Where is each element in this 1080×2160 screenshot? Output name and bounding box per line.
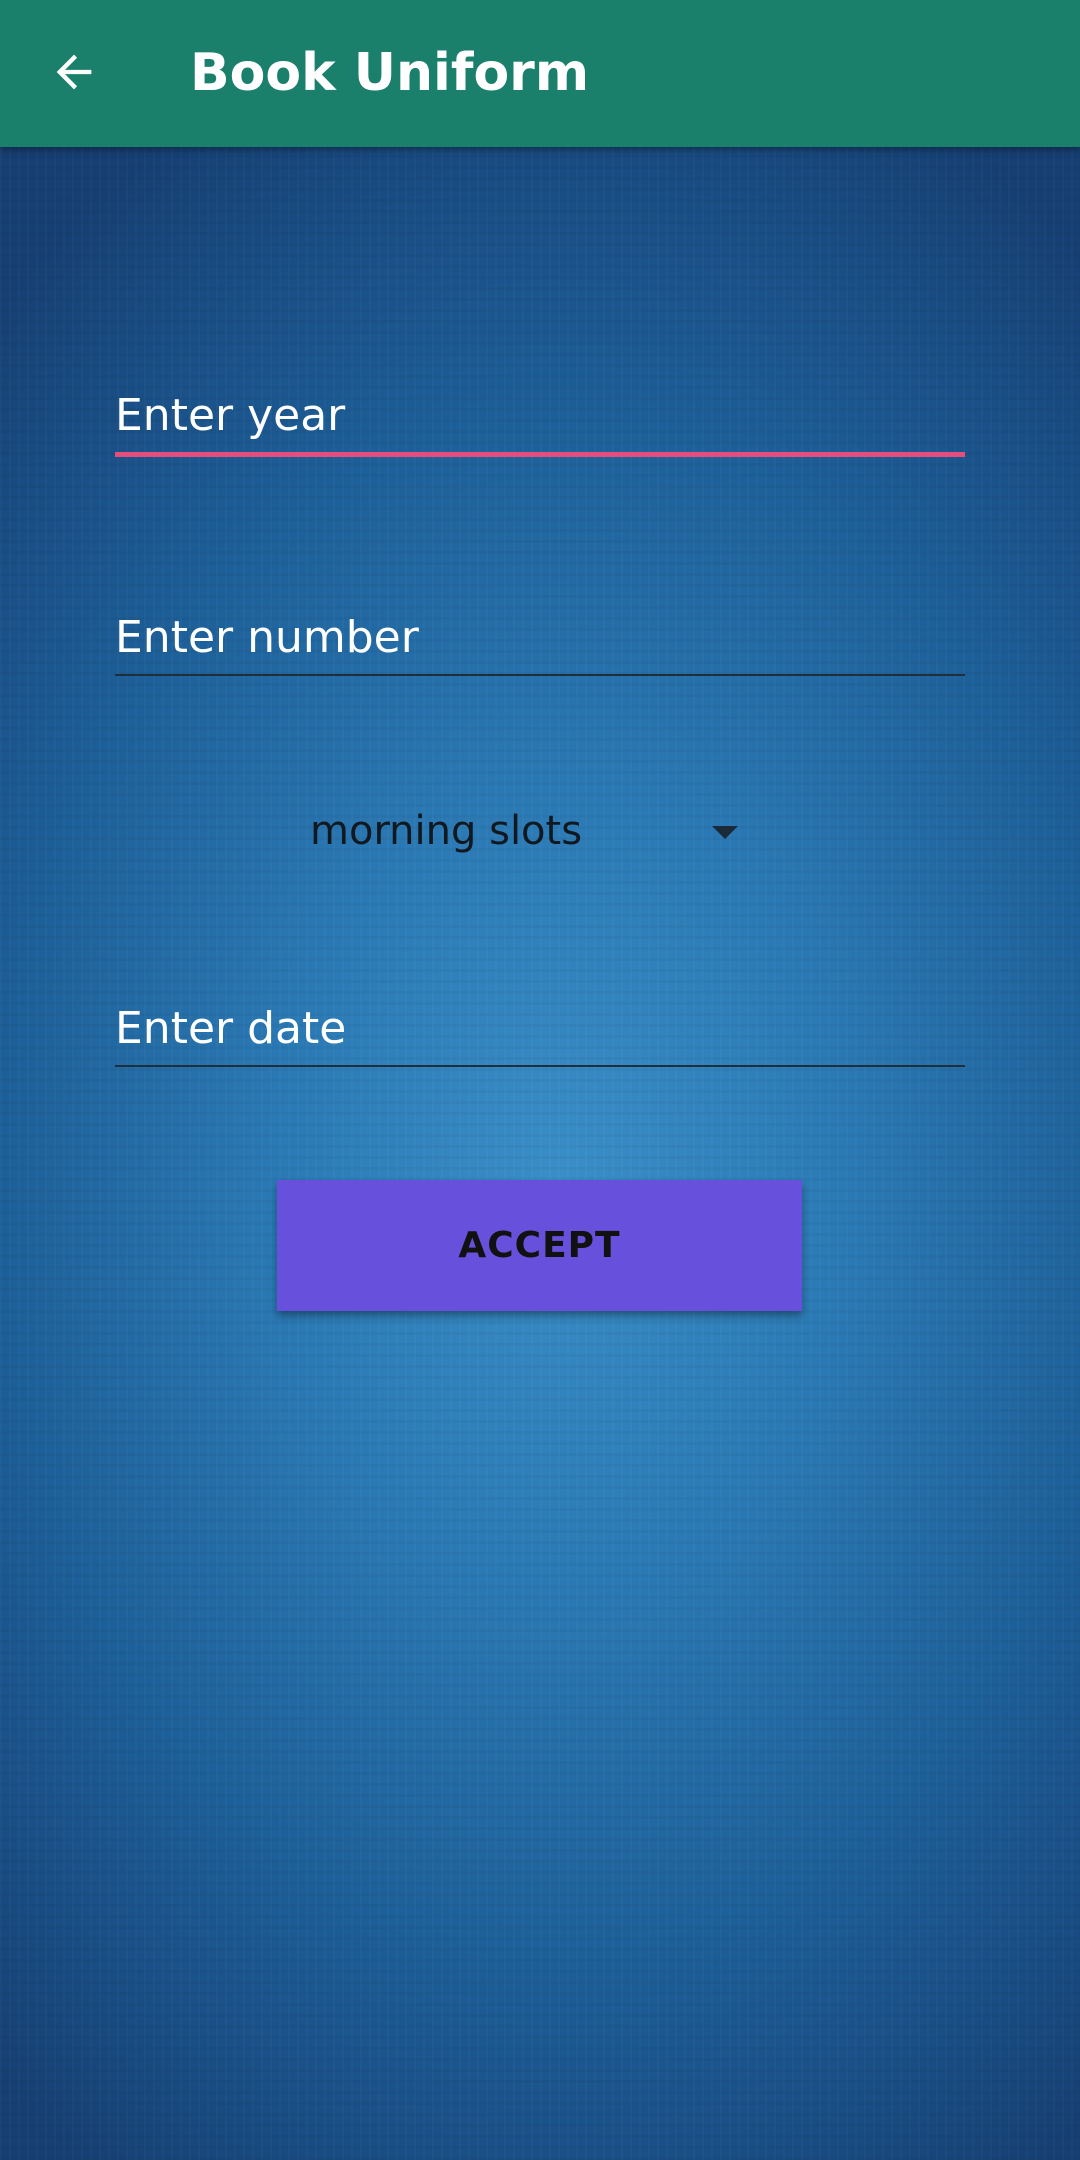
- accept-button[interactable]: ACCEPT: [277, 1180, 802, 1311]
- date-field-placeholder: Enter date: [115, 1003, 347, 1054]
- background-texture: [0, 0, 1080, 2160]
- number-field[interactable]: Enter number: [115, 605, 965, 680]
- date-field[interactable]: Enter date: [115, 996, 965, 1071]
- back-button[interactable]: [38, 36, 110, 108]
- year-field-placeholder: Enter year: [115, 390, 346, 441]
- date-field-underline: [115, 1065, 965, 1067]
- accept-button-label: ACCEPT: [458, 1225, 621, 1266]
- dropdown-triangle-icon: [712, 826, 738, 839]
- number-field-placeholder: Enter number: [115, 612, 419, 663]
- year-field-underline: [115, 452, 965, 457]
- arrow-left-icon: [56, 54, 92, 90]
- year-field[interactable]: Enter year: [115, 380, 965, 460]
- page-title: Book Uniform: [190, 43, 590, 103]
- app-bar: Book Uniform: [0, 0, 1080, 147]
- number-field-underline: [115, 674, 965, 676]
- slot-spinner-selected: morning slots: [310, 808, 583, 854]
- slot-spinner[interactable]: morning slots: [300, 800, 760, 872]
